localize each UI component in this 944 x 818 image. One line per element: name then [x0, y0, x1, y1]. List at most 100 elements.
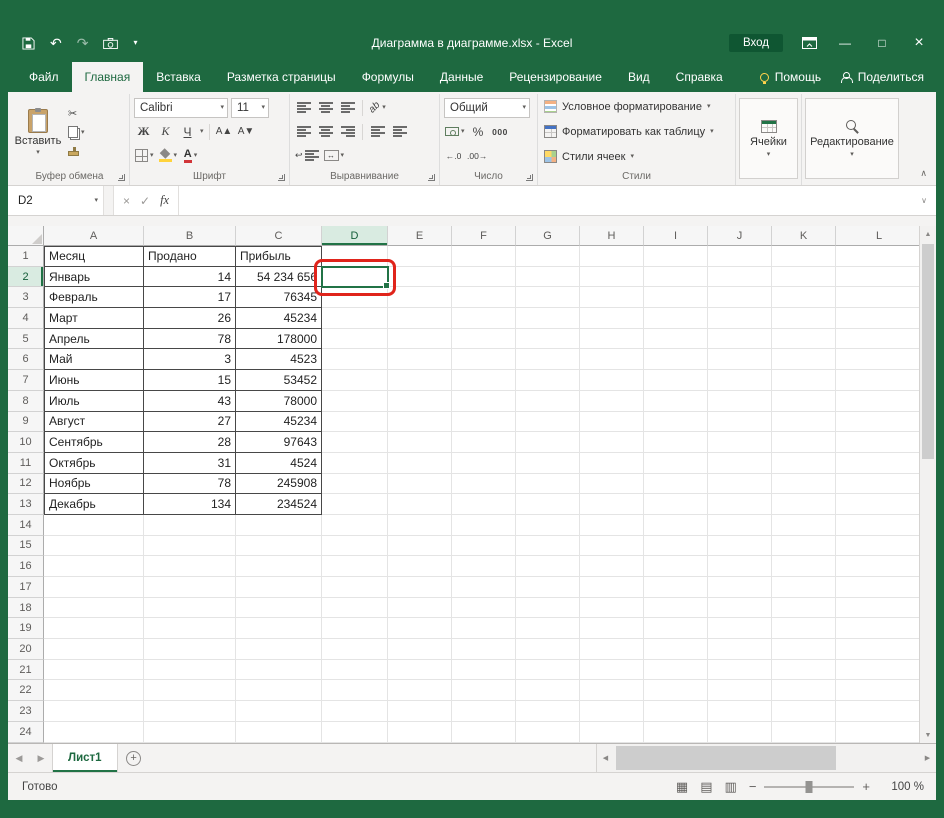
camera-icon[interactable] [103, 38, 118, 49]
align-bottom-button[interactable] [338, 98, 357, 117]
cell-D23[interactable] [322, 701, 388, 722]
cell-A17[interactable] [44, 577, 144, 598]
cell-H21[interactable] [580, 660, 644, 681]
cell-G22[interactable] [516, 680, 580, 701]
tab-home[interactable]: Главная [72, 62, 144, 92]
cell-J7[interactable] [708, 370, 772, 391]
font-name-combo[interactable]: Calibri▾ [134, 98, 228, 118]
cell-K13[interactable] [772, 494, 836, 515]
cell-B22[interactable] [144, 680, 236, 701]
cell-C11[interactable]: 4524 [236, 453, 322, 474]
cell-J24[interactable] [708, 722, 772, 743]
vertical-scroll-track[interactable] [920, 242, 936, 727]
cell-G17[interactable] [516, 577, 580, 598]
cell-D3[interactable] [322, 287, 388, 308]
cell-K6[interactable] [772, 349, 836, 370]
alignment-dialog-launcher-icon[interactable] [428, 174, 435, 181]
column-header-H[interactable]: H [580, 226, 644, 246]
tab-help[interactable]: Справка [663, 62, 736, 92]
cell-C19[interactable] [236, 618, 322, 639]
cell-H3[interactable] [580, 287, 644, 308]
conditional-formatting-button[interactable]: Условное форматирование ▾ [542, 97, 731, 116]
cell-G19[interactable] [516, 618, 580, 639]
cell-B14[interactable] [144, 515, 236, 536]
cell-E23[interactable] [388, 701, 452, 722]
cell-L14[interactable] [836, 515, 919, 536]
row-header-17[interactable]: 17 [8, 577, 44, 598]
cell-I6[interactable] [644, 349, 708, 370]
align-center-button[interactable] [316, 122, 335, 141]
cell-G3[interactable] [516, 287, 580, 308]
cell-K14[interactable] [772, 515, 836, 536]
page-layout-view-icon[interactable]: ▤ [700, 779, 712, 795]
cell-A8[interactable]: Июль [44, 391, 144, 412]
copy-button[interactable]: ▾ [68, 125, 85, 140]
cell-A9[interactable]: Август [44, 412, 144, 433]
cell-I21[interactable] [644, 660, 708, 681]
cell-C22[interactable] [236, 680, 322, 701]
cell-E15[interactable] [388, 536, 452, 557]
scroll-right-icon[interactable]: ▶ [919, 754, 936, 762]
number-dialog-launcher-icon[interactable] [526, 174, 533, 181]
cell-J11[interactable] [708, 453, 772, 474]
cell-D9[interactable] [322, 412, 388, 433]
cancel-entry-icon[interactable]: × [123, 194, 130, 208]
cell-H16[interactable] [580, 556, 644, 577]
cell-F9[interactable] [452, 412, 516, 433]
cell-J15[interactable] [708, 536, 772, 557]
undo-icon[interactable]: ↶ [50, 36, 62, 50]
cell-D19[interactable] [322, 618, 388, 639]
cell-A2[interactable]: Январь [44, 267, 144, 288]
row-header-11[interactable]: 11 [8, 453, 44, 474]
cell-L5[interactable] [836, 329, 919, 350]
sheet-nav-right-icon[interactable]: ▶ [30, 744, 52, 772]
row-header-16[interactable]: 16 [8, 556, 44, 577]
cell-H6[interactable] [580, 349, 644, 370]
scroll-up-icon[interactable]: ▲ [920, 226, 936, 242]
column-header-G[interactable]: G [516, 226, 580, 246]
cell-A15[interactable] [44, 536, 144, 557]
cell-D14[interactable] [322, 515, 388, 536]
cell-H19[interactable] [580, 618, 644, 639]
cell-B10[interactable]: 28 [144, 432, 236, 453]
cell-E10[interactable] [388, 432, 452, 453]
cell-E21[interactable] [388, 660, 452, 681]
cell-K24[interactable] [772, 722, 836, 743]
cell-B24[interactable] [144, 722, 236, 743]
sheet-nav-left-icon[interactable]: ◀ [8, 744, 30, 772]
paste-button[interactable]: Вставить ▾ [14, 95, 62, 169]
tab-insert[interactable]: Вставка [143, 62, 214, 92]
tab-view[interactable]: Вид [615, 62, 663, 92]
cell-D5[interactable] [322, 329, 388, 350]
cell-D17[interactable] [322, 577, 388, 598]
row-header-14[interactable]: 14 [8, 515, 44, 536]
cell-F7[interactable] [452, 370, 516, 391]
cell-K21[interactable] [772, 660, 836, 681]
row-header-3[interactable]: 3 [8, 287, 44, 308]
row-header-18[interactable]: 18 [8, 598, 44, 619]
cell-A11[interactable]: Октябрь [44, 453, 144, 474]
cell-L17[interactable] [836, 577, 919, 598]
cell-E17[interactable] [388, 577, 452, 598]
cell-I22[interactable] [644, 680, 708, 701]
cell-B1[interactable]: Продано [144, 246, 236, 267]
cell-A10[interactable]: Сентябрь [44, 432, 144, 453]
format-painter-button[interactable] [68, 144, 85, 159]
cell-F16[interactable] [452, 556, 516, 577]
cell-B12[interactable]: 78 [144, 474, 236, 495]
cell-I3[interactable] [644, 287, 708, 308]
cell-J16[interactable] [708, 556, 772, 577]
cell-A23[interactable] [44, 701, 144, 722]
cell-E19[interactable] [388, 618, 452, 639]
cell-D20[interactable] [322, 639, 388, 660]
cell-B4[interactable]: 26 [144, 308, 236, 329]
cell-G16[interactable] [516, 556, 580, 577]
cell-B11[interactable]: 31 [144, 453, 236, 474]
help-lamp-button[interactable]: Помощь [760, 62, 821, 92]
cell-E2[interactable] [388, 267, 452, 288]
cell-H5[interactable] [580, 329, 644, 350]
tab-file[interactable]: Файл [16, 62, 72, 92]
cell-G12[interactable] [516, 474, 580, 495]
cell-G21[interactable] [516, 660, 580, 681]
cell-L12[interactable] [836, 474, 919, 495]
